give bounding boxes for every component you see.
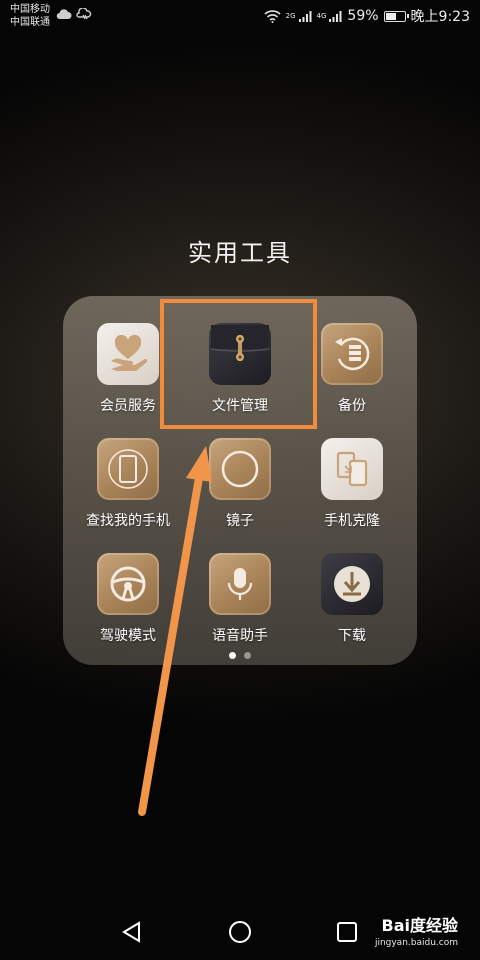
back-icon[interactable] (120, 920, 144, 944)
pointer-arrow (138, 446, 212, 816)
watermark-logo: Bai度经验 (381, 916, 458, 935)
baidu-watermark: Bai度经验 jingyan.baidu.com (375, 912, 458, 948)
watermark-url: jingyan.baidu.com (374, 938, 458, 948)
recents-icon[interactable] (335, 920, 359, 944)
home-icon[interactable] (228, 920, 252, 944)
